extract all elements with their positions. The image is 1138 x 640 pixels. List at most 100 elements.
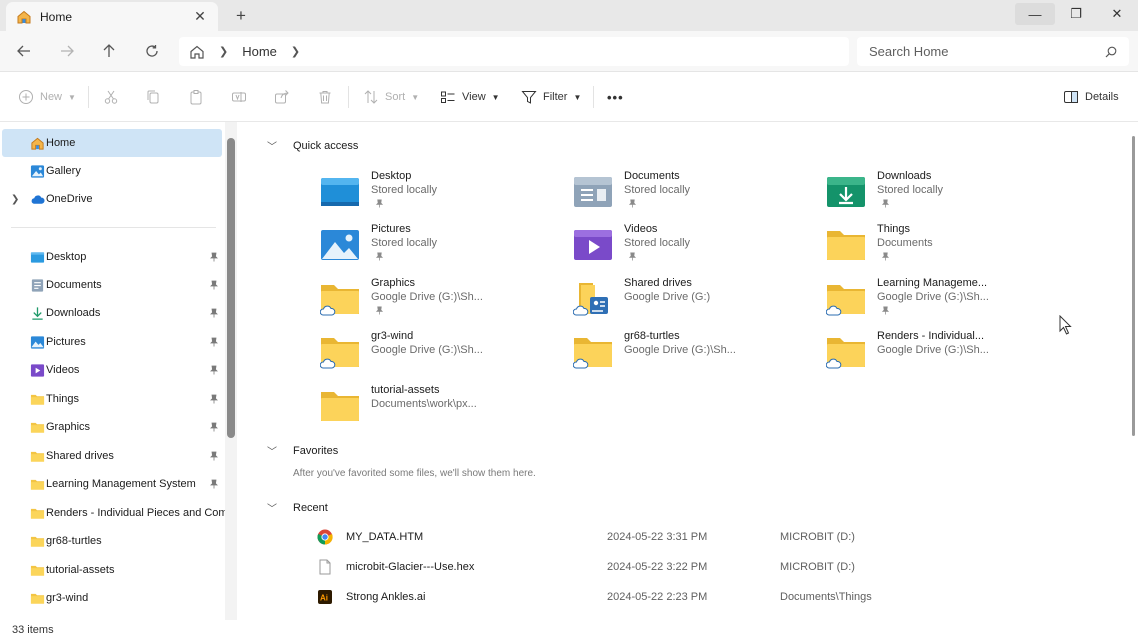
sidebar-item-shared-drives[interactable]: Shared drives <box>2 442 222 470</box>
quick-access-tile-downloads[interactable]: Downloads Stored locally <box>826 170 1066 218</box>
back-button[interactable] <box>13 41 35 61</box>
quick-access-tile-graphics[interactable]: Graphics Google Drive (G:)\Sh... <box>320 277 560 325</box>
new-button[interactable]: New ▼ <box>18 86 76 108</box>
pin-icon[interactable] <box>209 308 219 318</box>
quick-access-header[interactable]: ﹀ Quick access <box>267 138 358 154</box>
pin-icon[interactable] <box>209 479 219 489</box>
chevron-down-icon: ▼ <box>573 92 582 102</box>
pin-icon[interactable] <box>209 337 219 347</box>
chevron-down-icon[interactable]: ﹀ <box>267 443 279 458</box>
quick-access-tile-shared-drives[interactable]: Shared drives Google Drive (G:) <box>573 277 813 325</box>
chevron-down-icon: ▼ <box>411 92 420 102</box>
chevron-down-icon[interactable]: ﹀ <box>267 138 279 153</box>
sidebar-item-onedrive[interactable]: ❯ OneDrive <box>2 185 222 213</box>
tile-location: Stored locally <box>624 184 691 196</box>
sidebar-item-things[interactable]: Things <box>2 385 222 413</box>
filter-button[interactable]: Filter ▼ <box>521 86 581 108</box>
paste-button[interactable] <box>188 86 204 108</box>
sidebar-item-desktop[interactable]: Desktop <box>2 243 222 271</box>
sidebar-item-learning-management-system[interactable]: Learning Management System <box>2 470 222 498</box>
chrome-icon <box>317 529 333 545</box>
sidebar-item-graphics[interactable]: Graphics <box>2 413 222 441</box>
refresh-button[interactable] <box>141 41 163 61</box>
quick-access-tile-gr3-wind[interactable]: gr3-wind Google Drive (G:)\Sh... <box>320 330 560 378</box>
up-button[interactable] <box>98 41 120 61</box>
downloads-folder-icon <box>32 306 43 320</box>
quick-access-tile-documents[interactable]: Documents Stored locally <box>573 170 813 218</box>
sidebar-item-renders[interactable]: Renders - Individual Pieces and Comp <box>2 499 234 527</box>
pin-icon[interactable] <box>209 365 219 375</box>
chevron-right-icon[interactable]: ❯ <box>219 45 228 58</box>
recent-row[interactable]: Ai Strong Ankles.ai 2024-05-22 2:23 PM D… <box>317 583 917 611</box>
rename-button[interactable] <box>231 86 247 108</box>
pin-icon[interactable] <box>209 394 219 404</box>
new-tab-button[interactable]: + <box>231 6 251 26</box>
search-icon[interactable] <box>1105 46 1117 58</box>
folder-icon <box>827 231 865 260</box>
tile-location: Documents <box>877 237 933 249</box>
recent-file-name: Strong Ankles.ai <box>346 591 426 603</box>
share-button[interactable] <box>274 86 290 108</box>
sort-button[interactable]: Sort ▼ <box>363 86 419 108</box>
quick-access-tile-desktop[interactable]: Desktop Stored locally <box>320 170 560 218</box>
cut-button[interactable] <box>103 86 119 108</box>
pin-icon[interactable] <box>209 451 219 461</box>
quick-access-tile-learning-management[interactable]: Learning Manageme... Google Drive (G:)\S… <box>826 277 1066 325</box>
chevron-right-icon[interactable]: ❯ <box>291 45 300 58</box>
tile-location: Stored locally <box>371 237 438 249</box>
quick-access-tile-gr68-turtles[interactable]: gr68-turtles Google Drive (G:)\Sh... <box>573 330 813 378</box>
minimize-button[interactable]: — <box>1015 3 1055 25</box>
illustrator-icon: Ai <box>318 590 332 604</box>
recent-header[interactable]: ﹀ Recent <box>267 500 328 516</box>
sidebar-item-downloads[interactable]: Downloads <box>2 299 222 327</box>
sidebar-item-gr68-turtles[interactable]: gr68-turtles <box>2 527 222 555</box>
more-options-button[interactable]: ••• <box>607 86 624 108</box>
quick-access-tile-renders[interactable]: Renders - Individual... Google Drive (G:… <box>826 330 1066 378</box>
tile-location: Google Drive (G:) <box>624 291 711 303</box>
chevron-down-icon[interactable]: ﹀ <box>267 500 279 515</box>
favorites-header[interactable]: ﹀ Favorites <box>267 443 338 459</box>
close-tab-icon[interactable]: ✕ <box>192 8 208 25</box>
pin-icon[interactable] <box>209 280 219 290</box>
details-button[interactable]: Details <box>1063 86 1119 108</box>
sidebar-item-tutorial-assets[interactable]: tutorial-assets <box>2 556 222 584</box>
quick-access-tile-things[interactable]: Things Documents <box>826 223 1066 271</box>
quick-access-tile-videos[interactable]: Videos Stored locally <box>573 223 813 271</box>
quick-access-tile-tutorial-assets[interactable]: tutorial-assets Documents\work\px... <box>320 384 560 432</box>
sidebar-item-pictures[interactable]: Pictures <box>2 328 222 356</box>
copy-button[interactable] <box>145 86 161 108</box>
sidebar-item-videos[interactable]: Videos <box>2 356 222 384</box>
videos-folder-icon <box>574 230 612 260</box>
view-button[interactable]: View ▼ <box>440 86 500 108</box>
documents-folder-icon <box>31 278 44 292</box>
chevron-right-icon[interactable]: ❯ <box>11 194 19 205</box>
search-box[interactable] <box>857 37 1129 66</box>
delete-button[interactable] <box>317 86 333 108</box>
sidebar-scrollbar-thumb[interactable] <box>227 138 235 438</box>
close-window-button[interactable]: ✕ <box>1097 3 1137 25</box>
sidebar-item-gallery[interactable]: Gallery <box>2 157 222 185</box>
pin-icon[interactable] <box>209 422 219 432</box>
forward-button[interactable] <box>56 41 78 61</box>
recent-row[interactable]: microbit-Glacier---Use.hex 2024-05-22 3:… <box>317 553 917 581</box>
address-bar[interactable]: ❯ Home ❯ <box>179 37 849 66</box>
details-pane-icon <box>1064 91 1078 103</box>
view-label: View <box>462 91 486 103</box>
breadcrumb-home[interactable]: Home <box>242 44 277 59</box>
search-input[interactable] <box>869 44 1105 59</box>
pin-icon[interactable] <box>209 252 219 262</box>
divider <box>593 86 594 108</box>
sidebar-item-gr3-wind[interactable]: gr3-wind <box>2 584 222 612</box>
sidebar-item-label: gr3-wind <box>46 592 89 604</box>
sidebar-item-home[interactable]: Home <box>2 129 222 157</box>
content-scrollbar[interactable] <box>1132 136 1135 436</box>
recent-row[interactable]: MY_DATA.HTM 2024-05-22 3:31 PM MICROBIT … <box>317 523 917 551</box>
folder-icon <box>30 536 45 547</box>
desktop-folder-icon <box>321 178 359 206</box>
restore-button[interactable]: ❐ <box>1056 3 1096 25</box>
tab-home[interactable]: Home ✕ <box>6 2 218 31</box>
sidebar-item-documents[interactable]: Documents <box>2 271 222 299</box>
quick-access-tile-pictures[interactable]: Pictures Stored locally <box>320 223 560 271</box>
folder-icon <box>30 422 45 433</box>
tab-title: Home <box>40 9 73 24</box>
